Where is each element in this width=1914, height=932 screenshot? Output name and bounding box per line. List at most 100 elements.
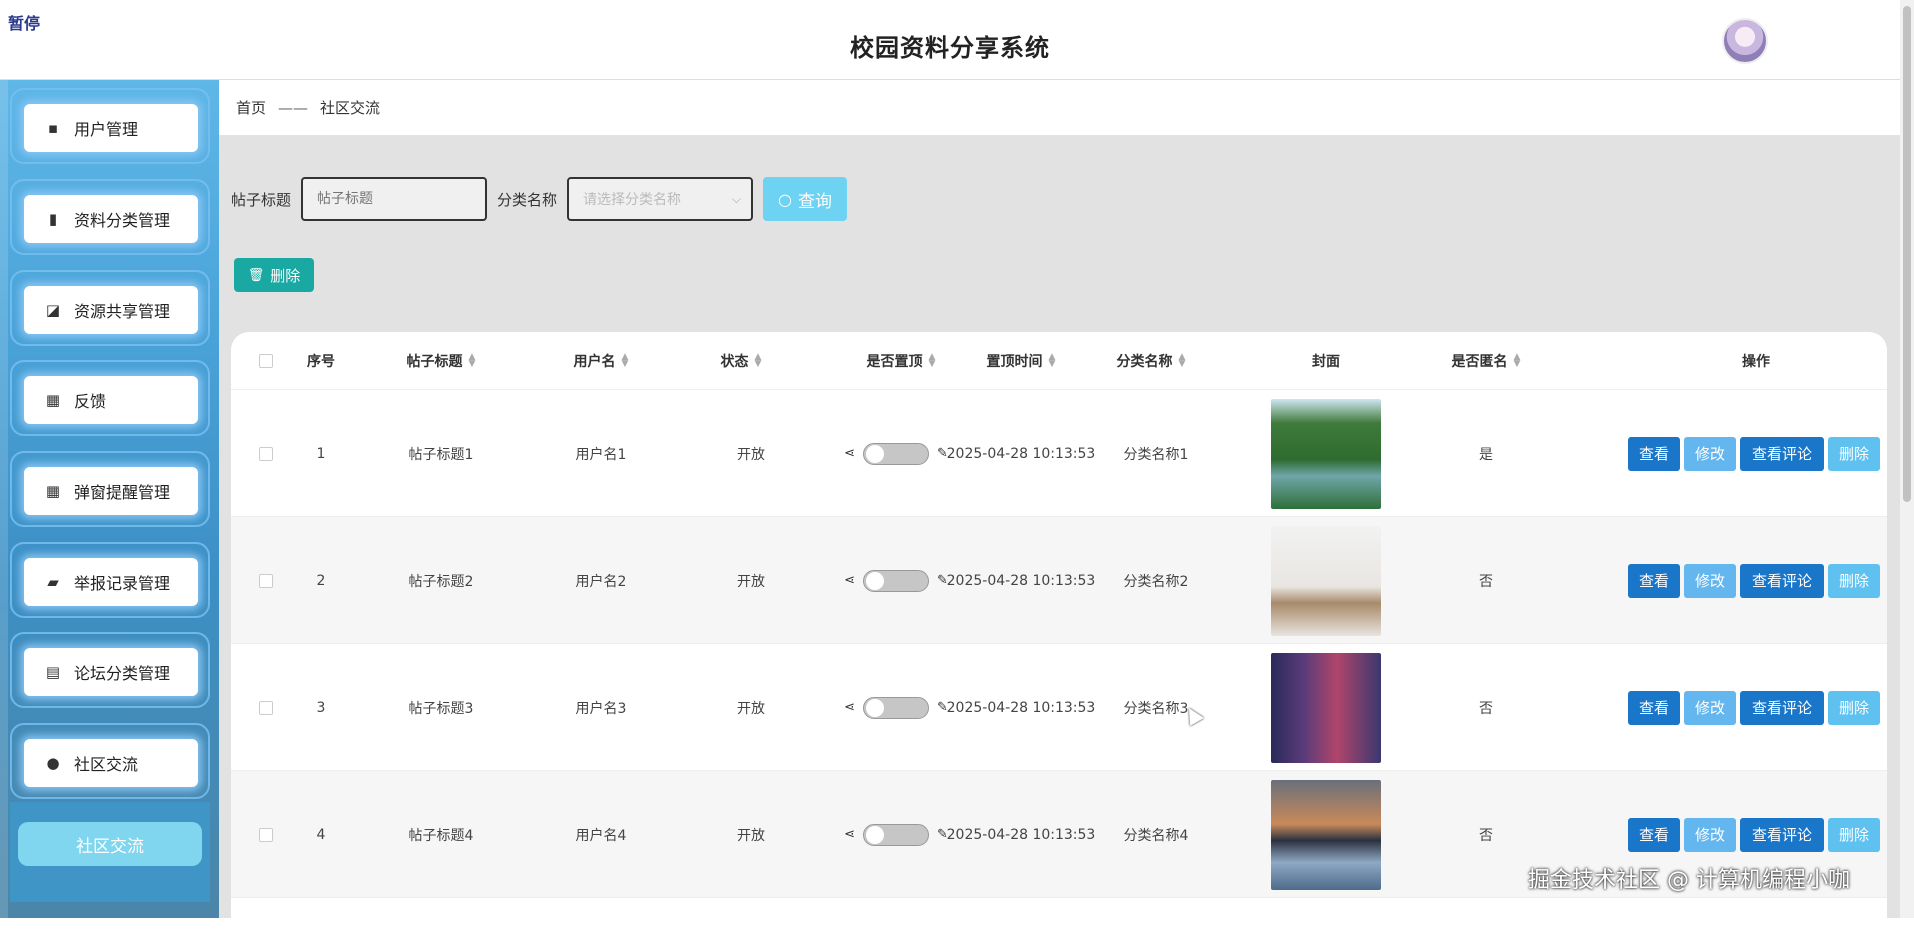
menu-card[interactable]: ▪ 用户管理	[24, 104, 198, 152]
sidebar-item-user-management[interactable]: ▪ 用户管理	[10, 88, 210, 164]
edit-button[interactable]: 修改	[1684, 817, 1736, 852]
breadcrumb-home[interactable]: 首页	[236, 97, 266, 118]
sidebar-item-label: 举报记录管理	[74, 574, 171, 593]
sidebar-item-feedback[interactable]: ▦ 反馈	[10, 360, 210, 436]
col-user[interactable]: 用户名 ▲ ▼	[521, 332, 681, 390]
top-header: 暂停 校园资料分享系统	[0, 0, 1900, 80]
chevron-down-icon: ⌵	[731, 191, 742, 206]
cell-actions: 查看 修改 查看评论 删除	[1591, 390, 1887, 517]
submenu-item-community[interactable]: 社区交流	[18, 822, 202, 866]
row-checkbox[interactable]	[259, 446, 273, 461]
share-icon[interactable]: ⋖	[844, 446, 855, 461]
menu-card[interactable]: ▦ 反馈	[24, 376, 198, 424]
breadcrumb-current: 社区交流	[320, 99, 381, 117]
row-checkbox[interactable]	[259, 700, 273, 715]
sidebar-item-label: 弹窗提醒管理	[74, 483, 171, 502]
cell-actions: 查看 修改 查看评论 删除	[1591, 644, 1887, 771]
batch-delete-button[interactable]: 🗑 删除	[234, 258, 314, 292]
share-icon[interactable]: ⋖	[844, 573, 855, 588]
delete-button[interactable]: 删除	[1828, 817, 1880, 852]
watermark: 掘金技术社区 @ 计算机编程小咖	[1528, 868, 1850, 893]
cell-index: 3	[316, 699, 326, 716]
edit-button[interactable]: 修改	[1684, 690, 1736, 725]
title-search-input[interactable]	[301, 177, 488, 221]
active-submenu: 社区交流	[10, 802, 210, 902]
delete-button[interactable]: 删除	[1828, 690, 1880, 725]
col-category[interactable]: 分类名称 ▲ ▼	[1071, 332, 1231, 390]
col-title[interactable]: 帖子标题 ▲ ▼	[361, 332, 521, 390]
sidebar: ▪ 用户管理 ▮ 资料分类管理 ◪ 资源共享管理 ▦ 反馈 ▦ 弹窗提醒管理 ▰…	[0, 80, 219, 918]
row-checkbox-cell	[253, 644, 279, 771]
title-filter-label: 帖子标题	[231, 190, 292, 209]
sort-icon[interactable]: ▲ ▼	[1049, 353, 1056, 369]
delete-button[interactable]: 删除	[1828, 436, 1880, 471]
pin-toggle[interactable]	[863, 442, 929, 465]
cell-category: 分类名称4	[1123, 827, 1189, 844]
pin-toggle[interactable]	[863, 823, 929, 846]
menu-card[interactable]: ▮ 资料分类管理	[24, 195, 198, 243]
pin-toggle[interactable]	[863, 569, 929, 592]
batch-delete-label: 删除	[270, 266, 301, 285]
row-checkbox[interactable]	[259, 827, 273, 842]
post-table: 序号 帖子标题 ▲ ▼ 用户名 ▲ ▼ 状态 ▲ ▼ 是否置顶 ▲ ▼ 置顶时间 ▲ ▼ 分类名称 ▲…	[231, 332, 1887, 932]
sidebar-item-label: 论坛分类管理	[74, 664, 171, 683]
chat-icon: ▪	[47, 119, 59, 137]
sidebar-item-resource-management[interactable]: ◪ 资源共享管理	[10, 270, 210, 346]
view-comments-button[interactable]: 查看评论	[1740, 690, 1824, 725]
view-button[interactable]: 查看	[1628, 817, 1680, 852]
view-comments-button[interactable]: 查看评论	[1740, 563, 1824, 598]
cover-image-lake-sunset[interactable]	[1271, 779, 1381, 890]
share-icon[interactable]: ⋖	[844, 700, 855, 715]
table-header: 序号 帖子标题 ▲ ▼ 用户名 ▲ ▼ 状态 ▲ ▼ 是否置顶 ▲ ▼ 置顶时间 ▲ ▼ 分类名称 ▲…	[231, 332, 1887, 390]
delete-button[interactable]: 删除	[1828, 563, 1880, 598]
menu-card[interactable]: ▰ 举报记录管理	[24, 558, 198, 606]
menu-card[interactable]: ◪ 资源共享管理	[24, 286, 198, 334]
pin-icon: ●	[46, 754, 60, 772]
wallet-icon: ▰	[47, 573, 59, 591]
cell-title: 帖子标题3	[408, 700, 474, 717]
scrollbar-thumb[interactable]	[1903, 6, 1911, 502]
breadcrumb-separator: ——	[278, 98, 309, 117]
menu-card[interactable]: ▦ 弹窗提醒管理	[24, 467, 198, 515]
menu-card[interactable]: ▤ 论坛分类管理	[24, 648, 198, 696]
sidebar-item-report-management[interactable]: ▰ 举报记录管理	[10, 542, 210, 618]
cell-anonymous: 否	[1479, 573, 1493, 590]
query-button[interactable]: ○ 查询	[763, 177, 848, 221]
cell-index: 2	[316, 572, 326, 589]
sidebar-item-label: 资料分类管理	[74, 211, 171, 230]
category-select[interactable]: 请选择分类名称 ⌵	[567, 177, 754, 221]
sidebar-item-popup-management[interactable]: ▦ 弹窗提醒管理	[10, 451, 210, 527]
sort-icon[interactable]: ▲ ▼	[1514, 353, 1521, 369]
sort-icon[interactable]: ▲ ▼	[1179, 353, 1186, 369]
row-checkbox[interactable]	[259, 573, 273, 588]
view-comments-button[interactable]: 查看评论	[1740, 436, 1824, 471]
cell-user: 用户名3	[575, 700, 627, 717]
avatar[interactable]	[1722, 18, 1768, 64]
page-scrollbar[interactable]	[1900, 0, 1914, 918]
view-button[interactable]: 查看	[1628, 563, 1680, 598]
table-row: 3 帖子标题3 用户名3 开放 ⋖ ✎ 2025-04-28 10:13:53 …	[231, 644, 1887, 771]
sort-icon[interactable]: ▲ ▼	[622, 353, 629, 369]
view-comments-button[interactable]: 查看评论	[1740, 817, 1824, 852]
view-button[interactable]: 查看	[1628, 436, 1680, 471]
sidebar-item-forum-category-management[interactable]: ▤ 论坛分类管理	[10, 632, 210, 708]
col-anonymous[interactable]: 是否匿名 ▲ ▼	[1396, 332, 1576, 390]
sort-icon[interactable]: ▲ ▼	[755, 353, 762, 369]
share-icon[interactable]: ⋖	[844, 827, 855, 842]
col-anonymous-label: 是否匿名	[1451, 354, 1508, 370]
cover-image-coffee-book[interactable]	[1271, 525, 1381, 636]
view-button[interactable]: 查看	[1628, 690, 1680, 725]
menu-card[interactable]: ● 社区交流	[24, 739, 198, 787]
col-pinned-label: 是否置顶	[866, 354, 923, 370]
cover-image-forest-river[interactable]	[1271, 398, 1381, 509]
pin-toggle[interactable]	[863, 696, 929, 719]
sort-icon[interactable]: ▲ ▼	[469, 353, 476, 369]
sidebar-item-category-management[interactable]: ▮ 资料分类管理	[10, 179, 210, 255]
cover-image-heroes-poster[interactable]	[1271, 652, 1381, 763]
cell-category: 分类名称2	[1123, 573, 1189, 590]
col-index-label: 序号	[307, 354, 335, 370]
sidebar-item-community[interactable]: ● 社区交流	[10, 723, 210, 799]
edit-button[interactable]: 修改	[1684, 436, 1736, 471]
edit-button[interactable]: 修改	[1684, 563, 1736, 598]
select-all-checkbox[interactable]	[259, 354, 273, 368]
